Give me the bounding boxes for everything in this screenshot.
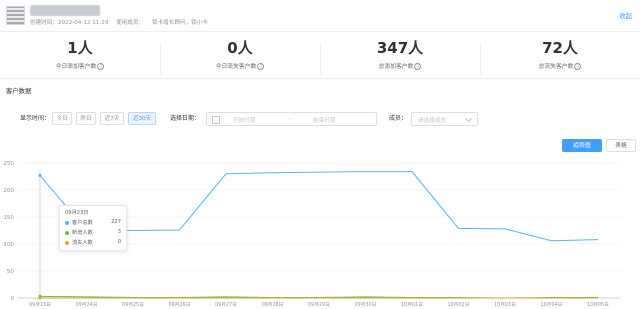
members-value: 锁卡增长顾问，锁小卡 xyxy=(151,20,208,26)
y-tick-label: 50 xyxy=(7,269,15,275)
tooltip-row: 流失人数 0 xyxy=(65,239,121,247)
stat-today-added: 1人 今日添加客户数? xyxy=(0,38,160,78)
stat-label: 总添加客户数 xyxy=(378,64,414,70)
table-view-button[interactable]: 表格 xyxy=(606,139,636,152)
blurred-title xyxy=(30,5,100,16)
tooltip-value: 3 xyxy=(117,229,121,235)
y-tick-label: 250 xyxy=(3,161,14,167)
tooltip-row: 新增人数 3 xyxy=(65,229,121,237)
x-tick-label: 09月27日 xyxy=(215,302,237,308)
tooltip-value: 227 xyxy=(111,219,121,225)
help-icon[interactable]: ? xyxy=(574,63,582,70)
divider xyxy=(0,31,640,32)
x-tick-label: 10月02日 xyxy=(448,302,470,308)
legend-dot xyxy=(65,241,69,245)
stat-value: 1人 xyxy=(67,39,93,57)
stat-today-lost: 0人 今日流失客户数? xyxy=(160,38,320,78)
start-date-input[interactable]: 开始日期 xyxy=(233,116,255,124)
x-tick-label: 09月28日 xyxy=(262,302,284,308)
x-tick-label: 09月29日 xyxy=(308,302,330,308)
stat-value: 347人 xyxy=(376,39,424,57)
help-icon[interactable]: ? xyxy=(257,63,265,70)
legend-dot xyxy=(65,221,69,225)
tooltip-row: 客户总数 227 xyxy=(65,219,121,227)
date-range-picker[interactable]: 开始日期 - 结束日期 xyxy=(206,112,377,126)
x-tick-label: 09月26日 xyxy=(169,302,191,308)
time-filter-label: 显示时间： xyxy=(20,115,51,122)
calendar-icon xyxy=(212,116,220,124)
members-label: 使用成员： xyxy=(116,20,145,26)
x-tick-label: 09月24日 xyxy=(76,302,98,308)
y-tick-label: 0 xyxy=(10,296,14,302)
tooltip-series-name: 流失人数 xyxy=(72,240,93,246)
created-time: 创建时间：2022-04-12 11:29 xyxy=(30,20,109,26)
trend-view-button[interactable]: 趋势图 xyxy=(562,139,602,152)
y-tick-label: 200 xyxy=(3,188,14,194)
date-filter-label: 选择日期： xyxy=(170,115,201,122)
legend-dot xyxy=(65,231,69,235)
help-icon[interactable]: ? xyxy=(97,63,105,70)
time-7days-button[interactable]: 近7天 xyxy=(100,112,124,125)
stat-total-lost: 72人 总流失客户数? xyxy=(480,38,640,78)
stat-label: 今日添加客户数 xyxy=(55,64,97,70)
y-tick-label: 100 xyxy=(3,242,14,248)
x-tick-label: 09月30日 xyxy=(355,302,377,308)
tooltip-value: 0 xyxy=(117,239,121,245)
chart-tooltip: 09月23日 客户总数 227 新增人数 3 流失人数 0 xyxy=(59,205,127,251)
x-tick-label: 10月05日 xyxy=(587,302,609,308)
member-filter-label: 成员： xyxy=(389,115,408,122)
member-select[interactable]: 请选择成员 xyxy=(411,112,478,126)
time-today-button[interactable]: 今日 xyxy=(52,112,72,125)
section-title: 客户数据 xyxy=(6,88,32,95)
help-icon[interactable]: ? xyxy=(414,63,422,70)
data-point xyxy=(38,173,42,178)
stat-value: 72人 xyxy=(542,39,578,57)
stat-label: 总流失客户数 xyxy=(538,64,574,70)
end-date-input[interactable]: 结束日期 xyxy=(313,116,335,124)
qr-code-avatar xyxy=(6,6,25,25)
header-meta: 创建时间：2022-04-12 11:29 使用成员： 锁卡增长顾问，锁小卡 xyxy=(30,18,214,26)
tooltip-series-name: 新增人数 xyxy=(72,230,93,236)
x-tick-label: 10月03日 xyxy=(494,302,516,308)
time-yesterday-button[interactable]: 昨日 xyxy=(76,112,96,125)
x-tick-label: 10月04日 xyxy=(541,302,563,308)
stat-label: 今日流失客户数 xyxy=(215,64,257,70)
divider xyxy=(0,78,640,79)
data-point xyxy=(38,296,42,300)
collapse-link[interactable]: 收起 xyxy=(619,11,632,20)
x-tick-label: 09月25日 xyxy=(122,302,144,308)
tooltip-date: 09月23日 xyxy=(65,210,89,216)
stat-total-added: 347人 总添加客户数? xyxy=(320,38,480,78)
chevron-down-icon xyxy=(464,114,473,123)
x-tick-label: 09月23日 xyxy=(29,302,51,308)
x-tick-label: 10月01日 xyxy=(401,302,423,308)
tooltip-series-name: 客户总数 xyxy=(72,220,93,226)
time-30days-button[interactable]: 近30天 xyxy=(128,112,156,125)
member-select-placeholder: 请选择成员 xyxy=(418,118,446,124)
y-tick-label: 150 xyxy=(3,215,14,221)
stat-value: 0人 xyxy=(227,39,253,57)
range-separator: - xyxy=(289,116,292,122)
